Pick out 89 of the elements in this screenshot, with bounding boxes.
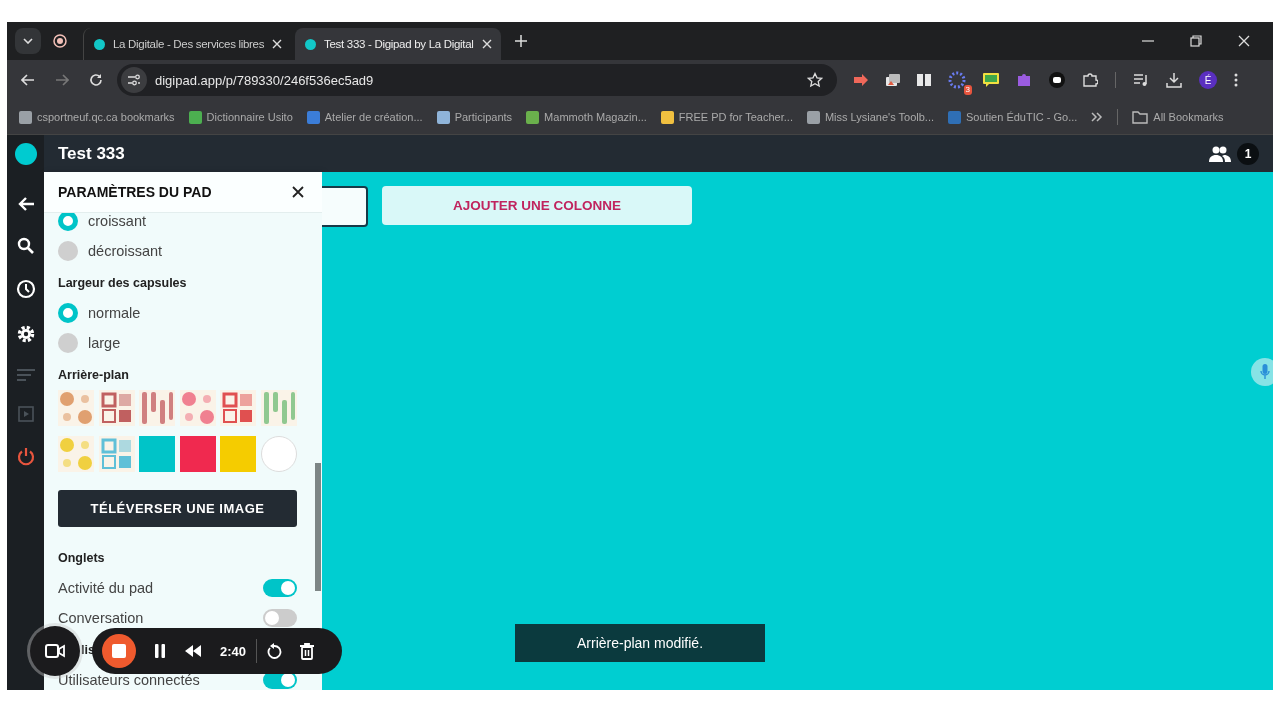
- radio-option[interactable]: décroissant: [58, 236, 297, 266]
- browser-tab[interactable]: Test 333 - Digipad by La Digital: [295, 28, 501, 60]
- radio-option[interactable]: croissant: [58, 213, 297, 236]
- stop-button[interactable]: [102, 634, 136, 668]
- back-icon[interactable]: [21, 74, 35, 86]
- pad-title: Test 333: [58, 143, 125, 164]
- upload-button[interactable]: TÉLÉVERSER UNE IMAGE: [58, 490, 297, 527]
- all-bookmarks-button[interactable]: All Bookmarks: [1132, 110, 1224, 124]
- section-heading: Arrière-plan: [58, 368, 130, 384]
- extensions-icon[interactable]: [1082, 72, 1098, 88]
- profile-avatar[interactable]: É: [1199, 71, 1217, 89]
- trash-icon[interactable]: [300, 642, 315, 660]
- scrollbar[interactable]: [315, 463, 321, 591]
- pattern-swatch[interactable]: [98, 436, 135, 472]
- section-heading: Onglets: [58, 551, 106, 567]
- download-icon[interactable]: [1166, 72, 1182, 88]
- logo-dot[interactable]: [14, 142, 37, 165]
- address-bar[interactable]: digipad.app/p/789330/246f536ec5ad9: [117, 64, 837, 96]
- radio-option[interactable]: normale: [58, 298, 297, 328]
- users-icon[interactable]: [1209, 145, 1231, 162]
- media-icon[interactable]: [1133, 73, 1149, 87]
- toggle-icon[interactable]: [1049, 72, 1065, 88]
- power-icon[interactable]: [16, 447, 35, 466]
- column-header[interactable]: [322, 186, 368, 227]
- menu-icon[interactable]: [1234, 73, 1238, 87]
- gallery-icon[interactable]: [886, 74, 900, 86]
- reload-icon[interactable]: [89, 73, 103, 87]
- recording-time: 2:40: [220, 643, 247, 659]
- color-swatch[interactable]: [179, 436, 216, 472]
- caret-icon[interactable]: [23, 38, 33, 44]
- restart-icon[interactable]: [267, 643, 283, 659]
- pattern-swatch[interactable]: [139, 390, 175, 426]
- color-swatch[interactable]: [220, 436, 256, 472]
- chat-icon[interactable]: [983, 73, 999, 87]
- bookmark[interactable]: FREE PD for Teacher...: [660, 110, 793, 124]
- bookmark[interactable]: csportneuf.qc.ca bookmarks: [19, 110, 175, 124]
- bookmark[interactable]: Soutien ÉduTIC - Go...: [948, 110, 1078, 124]
- toggle-switch[interactable]: [263, 609, 297, 627]
- bookmark[interactable]: Mammoth Magazin...: [526, 110, 647, 124]
- site-icon: [305, 38, 316, 50]
- star-icon[interactable]: [807, 72, 823, 88]
- chevron-icon[interactable]: [1091, 112, 1104, 122]
- arrow-icon[interactable]: [853, 74, 869, 86]
- radio-button[interactable]: [58, 333, 78, 353]
- microphone-icon: [1260, 364, 1270, 380]
- pattern-swatch[interactable]: [58, 390, 94, 426]
- radio-button[interactable]: [58, 241, 78, 261]
- camera-icon: [45, 644, 65, 658]
- forward-icon[interactable]: [55, 74, 69, 86]
- new-tab-icon[interactable]: [515, 35, 527, 47]
- site-settings-icon[interactable]: [127, 74, 141, 86]
- color-swatch[interactable]: [139, 436, 175, 472]
- toast-message: Arrière-plan modifié.: [515, 624, 765, 662]
- folder-icon: [1132, 110, 1149, 124]
- pattern-swatch[interactable]: [179, 390, 216, 426]
- bookmark[interactable]: Atelier de création...: [306, 110, 423, 124]
- radio-button[interactable]: [58, 303, 78, 323]
- columns-icon[interactable]: [917, 74, 931, 86]
- settings-icon[interactable]: [15, 324, 36, 344]
- site-icon: [94, 38, 105, 50]
- rewind-icon[interactable]: [184, 645, 202, 657]
- add-column-button[interactable]: AJOUTER UNE COLONNE: [382, 186, 692, 225]
- pattern-swatch[interactable]: [58, 436, 94, 472]
- blank-swatch[interactable]: [260, 436, 297, 472]
- history-icon[interactable]: [15, 279, 36, 299]
- bookmark[interactable]: Participants: [436, 110, 513, 124]
- panel-title: PARAMÈTRES DU PAD: [58, 184, 212, 200]
- radio-button[interactable]: [58, 213, 78, 231]
- close-icon[interactable]: [292, 186, 304, 198]
- pattern-swatch[interactable]: [260, 390, 297, 426]
- spinner-icon[interactable]: [948, 71, 966, 89]
- pattern-swatch[interactable]: [220, 390, 256, 426]
- tab-list-button[interactable]: [15, 28, 41, 54]
- radio-option[interactable]: large: [58, 328, 297, 358]
- record-icon[interactable]: [53, 34, 67, 48]
- toggle-switch[interactable]: [263, 579, 297, 597]
- bookmark[interactable]: Miss Lysiane's Toolb...: [806, 110, 935, 124]
- toggle-label: Activité du pad: [58, 580, 154, 596]
- restore-icon[interactable]: [1190, 35, 1202, 47]
- pattern-swatch[interactable]: [98, 390, 135, 426]
- section-heading: Largeur des capsules: [58, 276, 188, 292]
- user-count-badge: 1: [1237, 142, 1259, 165]
- toggle-label: Conversation: [58, 610, 144, 626]
- notification-badge: 3: [963, 85, 972, 95]
- toggle-label: Utilisateurs connectés: [58, 672, 200, 688]
- puzzle-icon[interactable]: [1016, 72, 1032, 88]
- search-icon[interactable]: [17, 237, 34, 254]
- bookmark[interactable]: Dictionnaire Usito: [188, 110, 293, 124]
- pause-icon[interactable]: [154, 644, 166, 658]
